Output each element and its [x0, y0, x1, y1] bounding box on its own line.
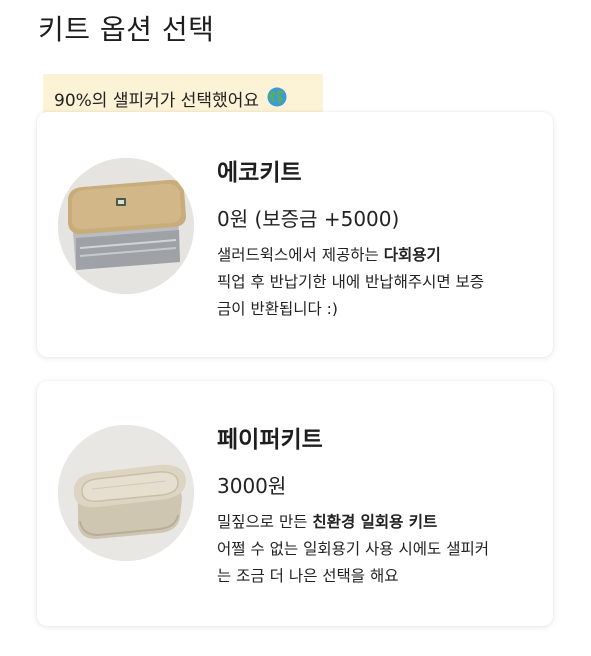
description-line-3: 금이 반환됩니다 :) — [217, 300, 338, 318]
description-line-1: 밀짚으로 만든 친환경 일회용 키트 — [217, 513, 438, 531]
globe-icon — [267, 87, 287, 107]
option-description: 밀짚으로 만든 친환경 일회용 키트 어쩔 수 없는 일회용기 사용 시에도 샐… — [217, 509, 537, 590]
kit-option-eco[interactable]: 에코키트 0원 (보증금 +5000) 샐러드윅스에서 제공하는 다회용기 픽업… — [37, 112, 553, 357]
kit-option-paper[interactable]: 페이퍼키트 3000원 밀짚으로 만든 친환경 일회용 키트 어쩔 수 없는 일… — [37, 381, 553, 626]
description-line-2: 어쩔 수 없는 일회용기 사용 시에도 샐피커 — [217, 540, 489, 558]
eco-kit-image — [58, 158, 194, 294]
option-description: 샐러드윅스에서 제공하는 다회용기 픽업 후 반납기한 내에 반납해주시면 보증… — [217, 242, 537, 323]
option-title: 페이퍼키트 — [217, 427, 323, 453]
option-price: 3000원 — [217, 474, 287, 498]
highlight-text: 다회용기 — [383, 246, 441, 264]
paper-kit-image — [58, 425, 194, 561]
description-line-3: 는 조금 더 나은 선택을 해요 — [217, 567, 399, 585]
highlight-text: 친환경 일회용 키트 — [312, 513, 438, 531]
description-line-1: 샐러드윅스에서 제공하는 다회용기 — [217, 246, 441, 264]
page-title: 키트 옵션 선택 — [38, 13, 215, 46]
option-price: 0원 (보증금 +5000) — [217, 207, 400, 231]
description-line-2: 픽업 후 반납기한 내에 반납해주시면 보증 — [217, 273, 485, 291]
option-title: 에코키트 — [217, 160, 302, 186]
badge-text: 90%의 샐피커가 선택했어요 — [54, 91, 259, 111]
